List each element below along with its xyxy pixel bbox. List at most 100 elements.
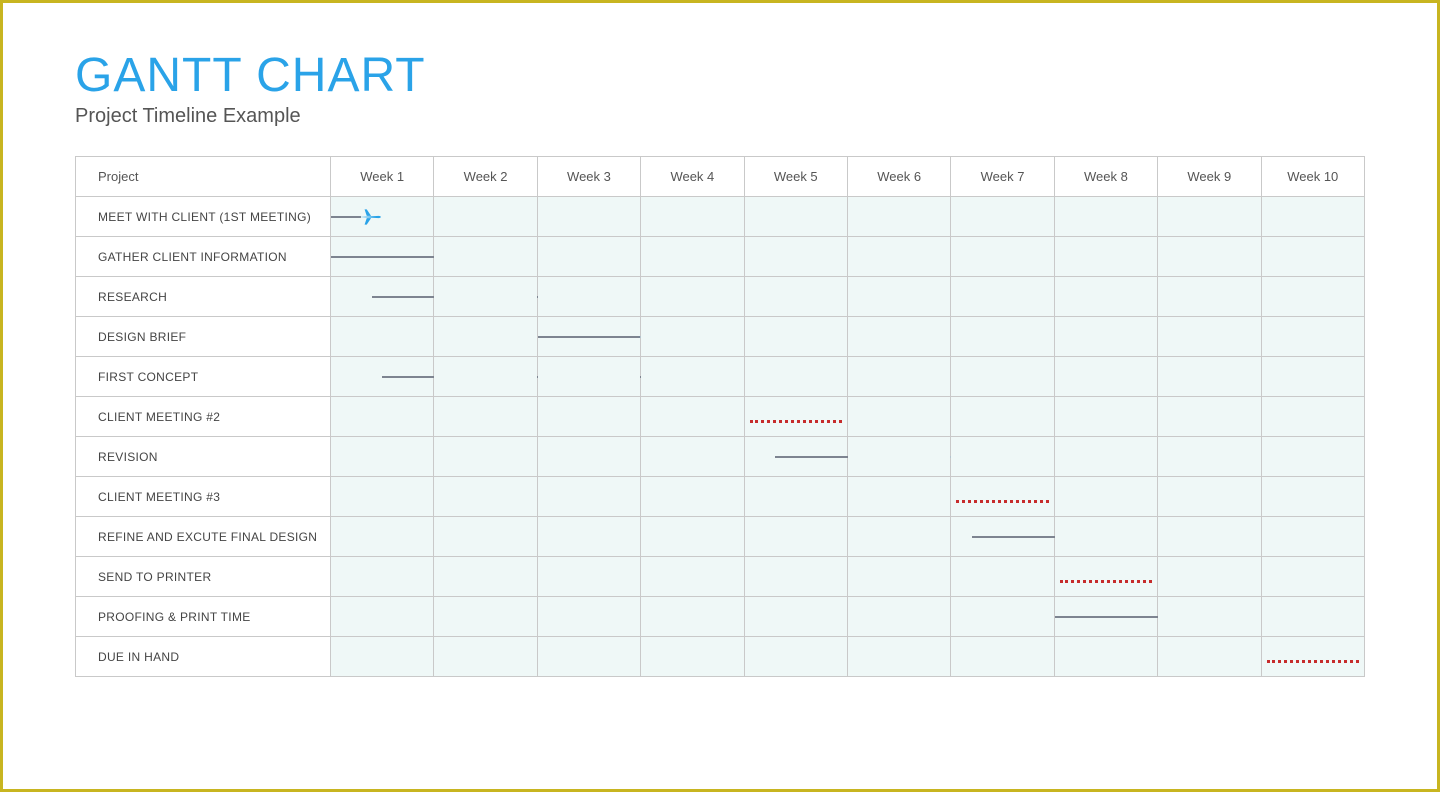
milestone-marker bbox=[750, 420, 842, 423]
table-row: CLIENT MEETING #3 bbox=[76, 477, 1365, 517]
gantt-cell bbox=[951, 237, 1054, 277]
gantt-cell bbox=[641, 397, 744, 437]
gantt-cell bbox=[1158, 597, 1261, 637]
gantt-cell bbox=[951, 317, 1054, 357]
task-label: MEET WITH CLIENT (1ST MEETING) bbox=[76, 197, 331, 237]
gantt-cell bbox=[1054, 357, 1157, 397]
gantt-cell bbox=[744, 637, 847, 677]
gantt-cell bbox=[847, 557, 950, 597]
gantt-cell bbox=[1054, 237, 1157, 277]
gantt-cell bbox=[434, 437, 537, 477]
gantt-cell bbox=[951, 357, 1054, 397]
gantt-cell bbox=[744, 237, 847, 277]
gantt-cell bbox=[641, 637, 744, 677]
gantt-cell bbox=[641, 317, 744, 357]
table-row: REFINE AND EXCUTE FINAL DESIGN bbox=[76, 517, 1365, 557]
gantt-cell bbox=[537, 277, 640, 317]
gantt-cell bbox=[537, 357, 640, 397]
milestone-marker bbox=[1267, 660, 1359, 663]
gantt-cell bbox=[537, 237, 640, 277]
gantt-cell bbox=[641, 357, 744, 397]
gantt-cell bbox=[1261, 437, 1364, 477]
gantt-cell bbox=[537, 517, 640, 557]
gantt-cell bbox=[434, 597, 537, 637]
bar-line bbox=[538, 336, 640, 338]
gantt-cell bbox=[744, 557, 847, 597]
gantt-cell bbox=[537, 637, 640, 677]
gantt-cell bbox=[847, 597, 950, 637]
header-week: Week 4 bbox=[641, 157, 744, 197]
gantt-cell bbox=[434, 397, 537, 437]
gantt-cell bbox=[744, 397, 847, 437]
gantt-cell bbox=[1158, 237, 1261, 277]
gantt-cell bbox=[537, 317, 640, 357]
gantt-cell bbox=[641, 477, 744, 517]
gantt-cell bbox=[951, 397, 1054, 437]
gantt-cell bbox=[1261, 357, 1364, 397]
task-label: PROOFING & PRINT TIME bbox=[76, 597, 331, 637]
gantt-cell bbox=[1261, 397, 1364, 437]
gantt-cell bbox=[434, 197, 537, 237]
gantt-cell bbox=[1054, 477, 1157, 517]
gantt-cell bbox=[1158, 637, 1261, 677]
gantt-cell bbox=[951, 517, 1054, 557]
gantt-cell bbox=[331, 277, 434, 317]
gantt-cell bbox=[1054, 277, 1157, 317]
header-week: Week 3 bbox=[537, 157, 640, 197]
gantt-cell bbox=[744, 437, 847, 477]
gantt-cell bbox=[951, 477, 1054, 517]
gantt-cell bbox=[331, 397, 434, 437]
gantt-cell bbox=[1261, 557, 1364, 597]
gantt-cell bbox=[331, 237, 434, 277]
page-title: GANTT CHART bbox=[75, 48, 1365, 103]
header-week: Week 1 bbox=[331, 157, 434, 197]
gantt-cell bbox=[1054, 197, 1157, 237]
gantt-cell bbox=[537, 437, 640, 477]
gantt-cell bbox=[744, 317, 847, 357]
task-label: DESIGN BRIEF bbox=[76, 317, 331, 357]
gantt-cell bbox=[951, 197, 1054, 237]
gantt-cell bbox=[951, 637, 1054, 677]
gantt-cell bbox=[434, 317, 537, 357]
gantt-cell bbox=[434, 357, 537, 397]
gantt-cell bbox=[331, 437, 434, 477]
task-label: DUE IN HAND bbox=[76, 637, 331, 677]
task-label: CLIENT MEETING #3 bbox=[76, 477, 331, 517]
gantt-cell bbox=[331, 357, 434, 397]
gantt-cell bbox=[847, 637, 950, 677]
gantt-cell bbox=[331, 477, 434, 517]
table-row: RESEARCH bbox=[76, 277, 1365, 317]
table-row: GATHER CLIENT INFORMATION bbox=[76, 237, 1365, 277]
table-row: CLIENT MEETING #2 bbox=[76, 397, 1365, 437]
gantt-cell bbox=[847, 397, 950, 437]
gantt-cell bbox=[1158, 317, 1261, 357]
gantt-cell bbox=[1158, 437, 1261, 477]
gantt-cell bbox=[1261, 197, 1364, 237]
task-label: CLIENT MEETING #2 bbox=[76, 397, 331, 437]
gantt-cell bbox=[744, 477, 847, 517]
gantt-cell bbox=[641, 517, 744, 557]
gantt-cell bbox=[537, 557, 640, 597]
gantt-cell bbox=[1261, 597, 1364, 637]
gantt-cell bbox=[641, 557, 744, 597]
table-row: DUE IN HAND bbox=[76, 637, 1365, 677]
gantt-cell bbox=[847, 197, 950, 237]
gantt-cell bbox=[331, 637, 434, 677]
gantt-cell bbox=[1054, 437, 1157, 477]
gantt-cell bbox=[1158, 197, 1261, 237]
gantt-cell bbox=[847, 277, 950, 317]
gantt-cell bbox=[1261, 477, 1364, 517]
gantt-cell bbox=[744, 597, 847, 637]
header-week: Week 8 bbox=[1054, 157, 1157, 197]
table-row: SEND TO PRINTER bbox=[76, 557, 1365, 597]
header-week: Week 9 bbox=[1158, 157, 1261, 197]
gantt-cell bbox=[1158, 277, 1261, 317]
gantt-cell bbox=[434, 237, 537, 277]
header-week: Week 10 bbox=[1261, 157, 1364, 197]
airplane-icon bbox=[357, 204, 383, 230]
task-label: REVISION bbox=[76, 437, 331, 477]
gantt-cell bbox=[537, 197, 640, 237]
gantt-cell bbox=[1158, 477, 1261, 517]
gantt-cell bbox=[1054, 397, 1157, 437]
task-label: FIRST CONCEPT bbox=[76, 357, 331, 397]
